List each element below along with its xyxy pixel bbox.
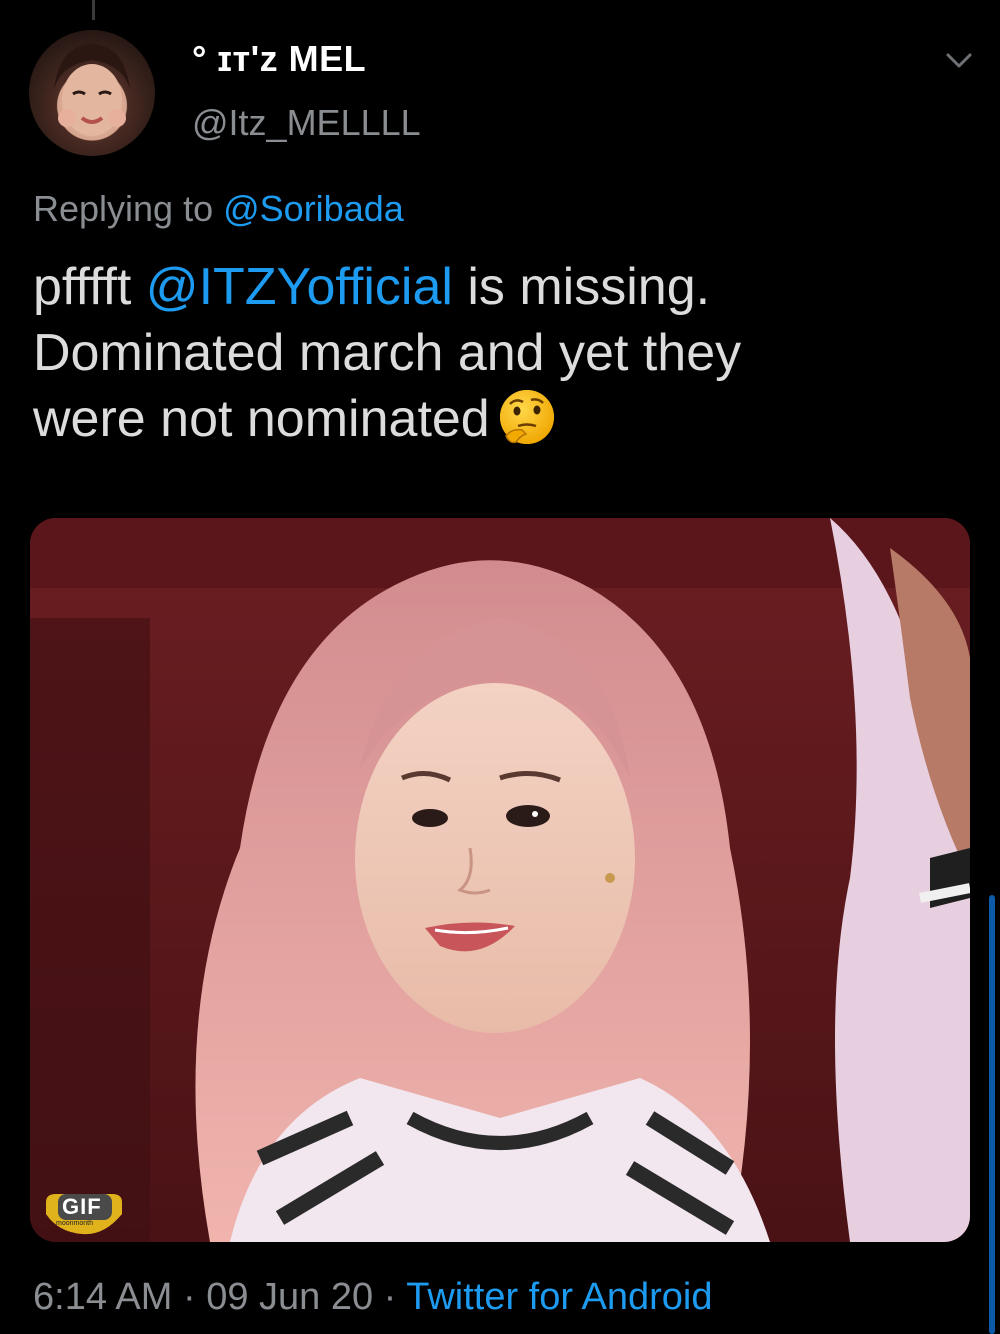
avatar[interactable] <box>29 30 155 156</box>
tweet-meta: 6:14 AM · 09 Jun 20 · Twitter for Androi… <box>33 1276 712 1319</box>
timestamp: 6:14 AM · 09 Jun 20 · <box>33 1276 407 1318</box>
text-line-3: were not nominated <box>33 390 490 448</box>
tweet-text-line-2: Dominated march and yet they <box>33 324 742 382</box>
thinking-face-emoji-icon <box>496 386 558 448</box>
reply-prefix: Replying to <box>33 188 224 229</box>
reply-context: Replying to @Soribada <box>33 188 404 230</box>
gif-badge: GIF moonmonth <box>44 1192 124 1236</box>
source-link[interactable]: Twitter for Android <box>406 1276 712 1318</box>
mention-itzyofficial[interactable]: @ITZYofficial <box>146 258 453 316</box>
text-suffix: is missing. <box>452 258 711 316</box>
reply-to-mention[interactable]: @Soribada <box>223 188 404 229</box>
text-prefix: pfffft <box>33 258 146 316</box>
gif-label: GIF <box>62 1194 102 1219</box>
tweet-text-line-3: were not nominated <box>33 386 973 452</box>
thread-connector-line <box>92 0 95 20</box>
display-name[interactable]: ° ɪᴛ'ᴢ MEL <box>192 38 366 80</box>
gif-watermark: moonmonth <box>56 1220 93 1227</box>
tweet-media-gif[interactable] <box>30 518 970 1242</box>
tweet-text: pfffft @ITZYofficial is missing. Dominat… <box>33 254 973 452</box>
scroll-indicator[interactable] <box>989 895 995 1334</box>
chevron-down-icon[interactable] <box>944 50 974 72</box>
tweet-text-line-1: pfffft @ITZYofficial is missing. <box>33 254 973 320</box>
user-handle[interactable]: @Itz_MELLLL <box>192 102 421 144</box>
